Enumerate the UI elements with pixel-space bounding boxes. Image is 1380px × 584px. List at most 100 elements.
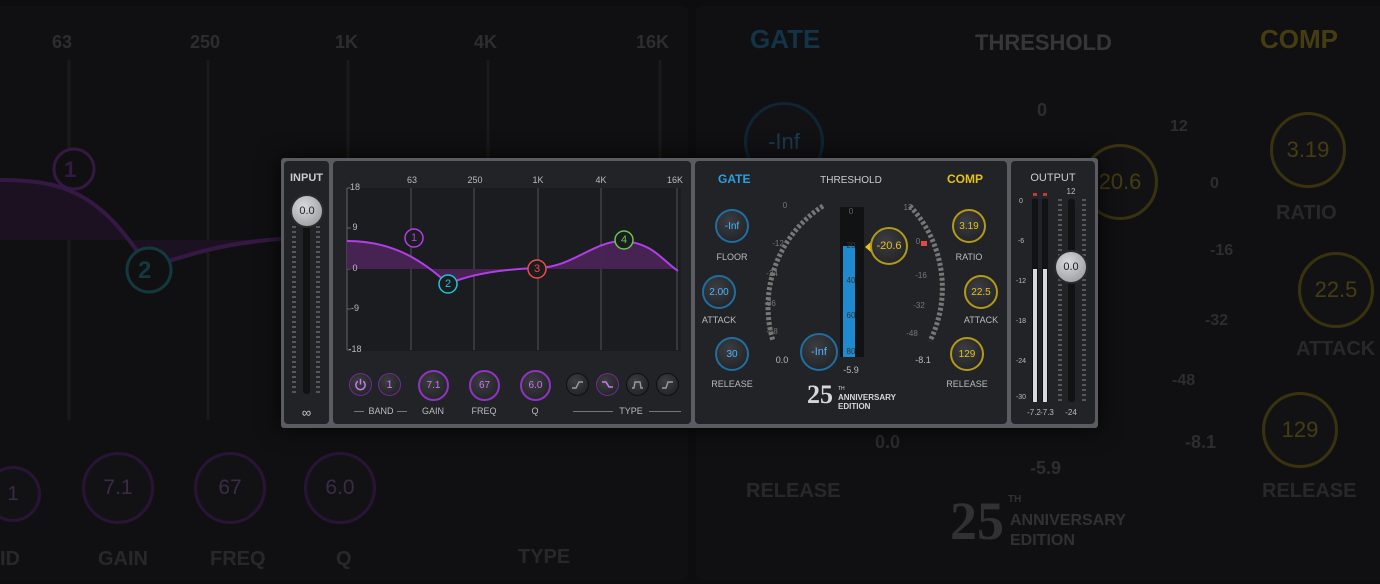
freq-knob[interactable]: 67 bbox=[469, 370, 500, 401]
input-panel: INPUT 0.0 ∞ bbox=[284, 161, 329, 424]
freq-label-16k: 16K bbox=[666, 175, 683, 185]
gain-knob[interactable]: 7.1 bbox=[418, 370, 449, 401]
floor-knob[interactable]: -Inf bbox=[715, 209, 749, 243]
threshold-bottom-readout: -5.9 bbox=[843, 365, 859, 375]
output-scale-label: -18 bbox=[1015, 318, 1027, 325]
type-low-shelf-button[interactable] bbox=[566, 373, 589, 396]
comp-attack-knob[interactable]: 22.5 bbox=[964, 275, 998, 309]
input-infinity-label: ∞ bbox=[301, 405, 312, 420]
db-label-0: 0 bbox=[352, 263, 358, 273]
output-top-label: 12 bbox=[1066, 187, 1076, 196]
threshold-scale-label: 0 bbox=[848, 207, 854, 216]
logo-number: 25 bbox=[807, 380, 833, 409]
input-meter-l bbox=[292, 226, 296, 394]
type-label-rule bbox=[573, 411, 613, 412]
gain-label: GAIN bbox=[421, 406, 444, 416]
output-panel: OUTPUT 12 0 -6 -12 -18 -24 -30 0.0 -7.2 … bbox=[1011, 161, 1095, 424]
threshold-scale-label: 80 bbox=[846, 347, 856, 356]
low-shelf-icon bbox=[572, 381, 583, 389]
gate-attack-label: ATTACK bbox=[701, 315, 737, 325]
eq-band-node-4[interactable]: 4 bbox=[614, 234, 634, 246]
q-knob[interactable]: 6.0 bbox=[520, 370, 551, 401]
gate-scale-label: -24 bbox=[766, 269, 778, 278]
threshold-title: THRESHOLD bbox=[820, 175, 882, 186]
eq-band-node-1[interactable]: 1 bbox=[404, 232, 424, 244]
type-high-shelf-button[interactable] bbox=[656, 373, 679, 396]
eq-graph[interactable] bbox=[333, 161, 691, 361]
type-label: TYPE bbox=[619, 406, 643, 416]
comp-release-knob[interactable]: 129 bbox=[950, 337, 984, 371]
comp-scale-label: -16 bbox=[915, 271, 927, 280]
comp-scale-label: -32 bbox=[913, 301, 925, 310]
comp-release-label: RELEASE bbox=[946, 379, 988, 389]
gate-release-label: RELEASE bbox=[711, 379, 753, 389]
threshold-scale-label: 60 bbox=[846, 311, 856, 320]
comp-title: COMP bbox=[947, 172, 983, 186]
gate-release-knob[interactable]: 30 bbox=[715, 337, 749, 371]
input-label: INPUT bbox=[290, 172, 323, 184]
input-fader-handle[interactable]: 0.0 bbox=[290, 194, 324, 228]
band-power-button[interactable] bbox=[349, 373, 372, 396]
output-meter-l-fill bbox=[1033, 269, 1037, 402]
gate-scale-label: -12 bbox=[772, 239, 784, 248]
type-label-rule bbox=[649, 411, 681, 412]
input-fader-track bbox=[303, 226, 310, 394]
q-label: Q bbox=[531, 406, 539, 416]
bell-icon bbox=[602, 381, 613, 388]
comp-scale-label: -48 bbox=[906, 329, 918, 338]
floor-label: FLOOR bbox=[716, 252, 748, 262]
output-scale-label: -12 bbox=[1015, 278, 1027, 285]
logo-line2: EDITION bbox=[838, 402, 871, 411]
output-scale-label: -6 bbox=[1017, 238, 1025, 245]
plugin-window: INPUT 0.0 ∞ 63 25 0 1K 4K 16K 18 9 0 -9 -… bbox=[281, 158, 1098, 428]
gate-attack-knob[interactable]: 2.00 bbox=[702, 275, 736, 309]
output-fader-handle[interactable]: 0.0 bbox=[1054, 250, 1088, 284]
gate-meter-readout: 0.0 bbox=[775, 355, 789, 365]
output-clip-l bbox=[1033, 193, 1037, 196]
output-fader-track bbox=[1068, 199, 1075, 402]
output-readout-fader: -24 bbox=[1065, 408, 1077, 417]
logo-line1: ANNIVERSARY bbox=[838, 393, 896, 402]
band-label: BAND bbox=[368, 406, 394, 416]
comp-scale-label: 12 bbox=[903, 203, 913, 212]
high-shelf-icon bbox=[662, 381, 673, 389]
output-meter-r bbox=[1042, 199, 1048, 402]
threshold-scale-label: 40 bbox=[846, 276, 856, 285]
freq-label-63: 63 bbox=[406, 175, 417, 185]
comp-attack-label: ATTACK bbox=[963, 315, 999, 325]
freq-label: FREQ bbox=[471, 406, 497, 416]
comp-scale-label: 0 bbox=[915, 237, 921, 246]
eq-band-node-2[interactable]: 2 bbox=[438, 278, 458, 290]
output-readout-r: -7.3 bbox=[1040, 408, 1054, 417]
db-label-minus-9: -9 bbox=[350, 303, 359, 313]
type-bell-button[interactable] bbox=[596, 373, 619, 396]
logo-sup: TH bbox=[838, 386, 845, 392]
band-label-rule bbox=[397, 411, 407, 412]
threshold-scale-label: 20 bbox=[846, 241, 856, 250]
comp-threshold-knob[interactable]: -20.6 bbox=[870, 227, 908, 265]
ratio-label: RATIO bbox=[955, 252, 983, 262]
eq-band-node-3[interactable]: 3 bbox=[527, 263, 547, 275]
band-pass-icon bbox=[632, 381, 643, 389]
db-label-18: 18 bbox=[349, 182, 360, 192]
gate-scale-label: -48 bbox=[766, 327, 778, 336]
gate-scale-label: 0 bbox=[782, 201, 788, 210]
eq-panel: 63 250 1K 4K 16K 18 9 0 -9 -18 1 2 3 4 1… bbox=[333, 161, 691, 424]
output-fader-ticks-l bbox=[1058, 199, 1062, 402]
gate-scale-label: -36 bbox=[764, 299, 776, 308]
gate-title: GATE bbox=[718, 172, 751, 186]
freq-label-1k: 1K bbox=[532, 175, 544, 185]
db-label-9: 9 bbox=[352, 222, 358, 232]
freq-label-4k: 4K bbox=[595, 175, 607, 185]
dynamics-panel: GATE THRESHOLD COMP -Inf FLOOR 2.00 ATTA… bbox=[695, 161, 1007, 424]
type-band-pass-button[interactable] bbox=[626, 373, 649, 396]
comp-meter-readout: -8.1 bbox=[915, 355, 931, 365]
power-icon bbox=[355, 378, 366, 391]
output-fader-ticks-r bbox=[1082, 199, 1086, 402]
band-select-button[interactable]: 1 bbox=[378, 373, 401, 396]
output-scale-label: -30 bbox=[1015, 394, 1027, 401]
ratio-knob[interactable]: 3.19 bbox=[952, 209, 986, 243]
output-scale-label: 0 bbox=[1019, 198, 1023, 205]
anniversary-logo: 25 TH ANNIVERSARY EDITION bbox=[807, 380, 907, 413]
gate-threshold-knob[interactable]: -Inf bbox=[800, 333, 838, 371]
